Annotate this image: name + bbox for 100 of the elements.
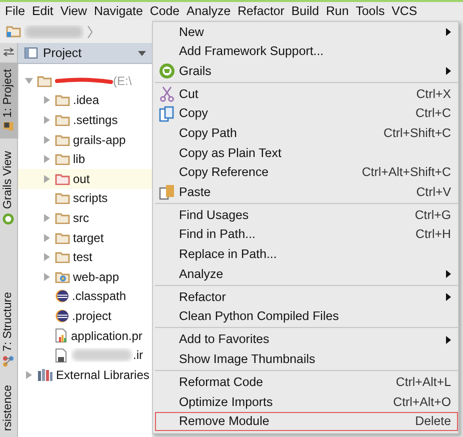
panel-title: Project: [43, 44, 82, 62]
menu-item[interactable]: Analyze: [184, 2, 236, 20]
shortcut-text: Ctrl+H: [416, 226, 451, 244]
menu-item[interactable]: Reformat Code Ctrl+Alt+L: [155, 372, 458, 392]
menu-item[interactable]: VCS: [390, 2, 422, 20]
menu-item[interactable]: Show Image Thumbnails: [155, 350, 458, 370]
menu-item[interactable]: Find Usages Ctrl+G: [155, 205, 458, 225]
menu-item[interactable]: Remove Module Delete: [155, 412, 458, 432]
copy-icon: [159, 106, 175, 122]
chart-file-icon: [55, 328, 68, 344]
tree-item[interactable]: out: [18, 168, 152, 189]
menu-item[interactable]: New: [155, 22, 458, 42]
shortcut-text: Ctrl+Alt+O: [393, 394, 451, 411]
menu-item[interactable]: Refactor: [155, 287, 458, 307]
menu-item[interactable]: Navigate: [92, 2, 148, 20]
folder-icon: [55, 232, 70, 244]
swap-icon: [2, 47, 14, 57]
tree-item[interactable]: grails-app: [18, 130, 152, 150]
menu-item[interactable]: Run: [324, 2, 354, 20]
menu-item[interactable]: Optimize Imports Ctrl+Alt+O: [155, 392, 458, 412]
tree-item[interactable]: web-app: [18, 266, 152, 287]
scissors-icon: [159, 86, 175, 102]
menu-item[interactable]: Build: [289, 2, 324, 20]
shortcut-text: Delete: [415, 413, 451, 430]
item-label: .settings: [73, 112, 118, 129]
item-label: application.pr: [71, 328, 142, 345]
menu-item[interactable]: Add to Favorites: [155, 330, 458, 350]
menu-item[interactable]: Copy Path Ctrl+Shift+C: [155, 123, 458, 144]
tree-item[interactable]: lib: [18, 149, 152, 169]
tree-item[interactable]: .ir: [18, 345, 152, 365]
menu-label: Reformat Code: [179, 374, 264, 392]
menu-item[interactable]: Find in Path... Ctrl+H: [155, 224, 458, 245]
folder-icon: [55, 134, 70, 146]
menu-label: Paste: [179, 184, 211, 201]
menu-item[interactable]: Copy Reference Ctrl+Alt+Shift+C: [155, 162, 458, 182]
menu-label: Copy Path: [179, 124, 237, 142]
menu-label: Grails: [179, 62, 212, 80]
menu-item[interactable]: Replace in Path...: [155, 244, 458, 264]
menu-label: Copy Reference: [179, 164, 269, 182]
item-label: out: [73, 170, 90, 188]
item-label: target: [73, 230, 104, 247]
grails-icon: [159, 62, 175, 79]
menu-item[interactable]: Add Framework Support...: [155, 42, 458, 62]
menu-label: Find in Path...: [179, 226, 256, 244]
item-label: scripts: [73, 190, 108, 208]
chevron-icon: [87, 24, 93, 38]
item-label: (E:\: [113, 72, 132, 90]
menu-label: Copy as Plain Text: [179, 144, 282, 162]
item-label: grails-app: [73, 132, 126, 149]
dropdown-icon: [138, 50, 146, 56]
menu-item[interactable]: View: [58, 2, 92, 20]
menu-item[interactable]: Copy Ctrl+C: [155, 104, 458, 124]
folder-icon: [55, 212, 70, 224]
menu-label: Refactor: [179, 288, 226, 306]
menu-label: New: [179, 24, 204, 40]
tool-window-tab[interactable]: 1: Project: [0, 63, 18, 139]
tree-item[interactable]: scripts: [18, 188, 152, 208]
menu-item[interactable]: Code: [148, 2, 184, 20]
menu-item[interactable]: Clean Python Compiled Files: [155, 306, 458, 326]
tool-window-tab[interactable]: 7: Structure: [0, 286, 18, 373]
tree-item[interactable]: .classpath: [18, 286, 152, 306]
books-icon: [37, 368, 53, 382]
menu-label: Analyze: [179, 266, 224, 283]
menu-label: Remove Module: [179, 413, 270, 430]
menu-item[interactable]: Tools: [354, 2, 390, 20]
sphere-icon: [55, 308, 69, 323]
menu-item[interactable]: File: [3, 2, 30, 20]
folder-icon: [55, 172, 70, 185]
tree-item[interactable]: application.pr: [18, 326, 152, 346]
item-label: .classpath: [72, 288, 126, 306]
tree-item[interactable]: .idea: [18, 90, 152, 110]
folder-icon: [37, 74, 52, 87]
tree-item[interactable]: .settings: [18, 110, 152, 130]
tree-item[interactable]: src: [18, 208, 152, 228]
menu-label: Add to Favorites: [179, 331, 270, 348]
tool-window-tab[interactable]: Grails View: [0, 144, 18, 231]
menu-item[interactable]: Analyze: [155, 264, 458, 284]
tree-item[interactable]: target: [18, 228, 152, 248]
structure-icon: [2, 354, 14, 367]
item-label: .project: [72, 308, 112, 325]
tree-item[interactable]: External Libraries: [18, 364, 152, 384]
menu-item[interactable]: Edit: [30, 2, 58, 20]
tree-item[interactable]: test: [18, 247, 152, 267]
shortcut-text: Ctrl+X: [416, 86, 451, 103]
shortcut-text: Ctrl+C: [416, 105, 451, 122]
folder-icon: [55, 251, 70, 264]
tree-item[interactable]: .project: [18, 306, 152, 326]
menu-item[interactable]: Paste Ctrl+V: [155, 182, 458, 202]
tool-window-tab[interactable]: rsistence: [0, 378, 18, 437]
item-label: .idea: [73, 92, 100, 110]
menu-item[interactable]: Copy as Plain Text: [155, 143, 458, 163]
project-view-icon: [24, 47, 38, 59]
menu-item[interactable]: Grails: [155, 61, 458, 81]
shortcut-text: Ctrl+G: [414, 206, 451, 224]
menu-label: Cut: [179, 86, 198, 103]
folder-icon: [2, 122, 14, 133]
menu-item[interactable]: Refactor: [236, 2, 290, 20]
menu-label: Add Framework Support...: [179, 43, 324, 60]
web-folder-icon: [55, 270, 70, 283]
menu-item[interactable]: Cut Ctrl+X: [155, 84, 458, 104]
